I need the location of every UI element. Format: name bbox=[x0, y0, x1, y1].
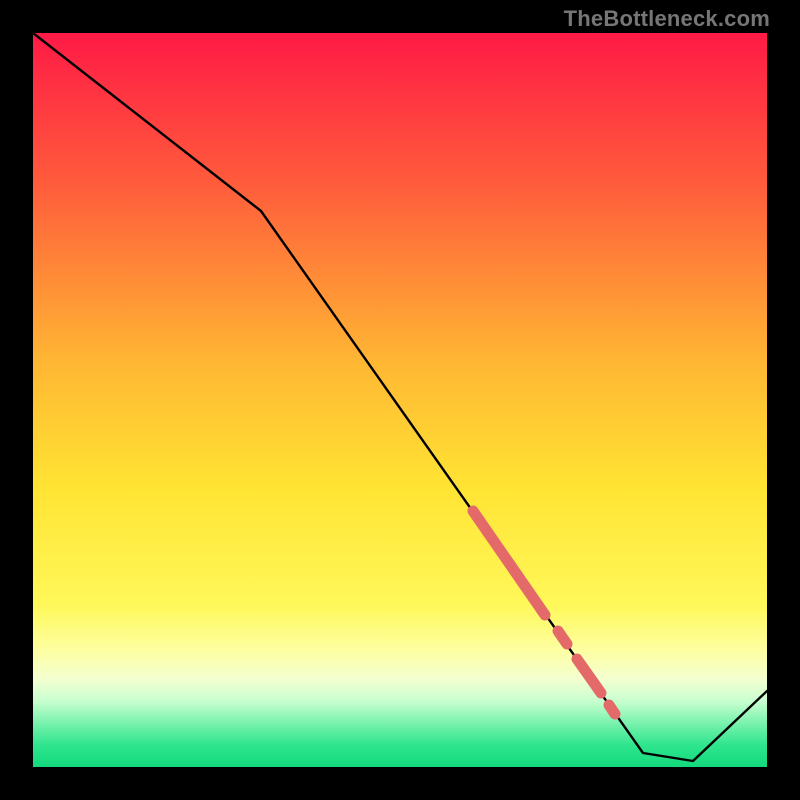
chart-stage: TheBottleneck.com bbox=[0, 0, 800, 800]
curve-layer bbox=[33, 33, 767, 767]
highlight-dash bbox=[558, 631, 567, 644]
highlight-dash bbox=[473, 511, 545, 615]
watermark-text: TheBottleneck.com bbox=[564, 6, 770, 32]
highlight-dashes bbox=[473, 511, 615, 714]
highlight-dash bbox=[609, 705, 615, 714]
highlight-dash bbox=[577, 659, 601, 693]
bottleneck-curve bbox=[33, 33, 767, 761]
